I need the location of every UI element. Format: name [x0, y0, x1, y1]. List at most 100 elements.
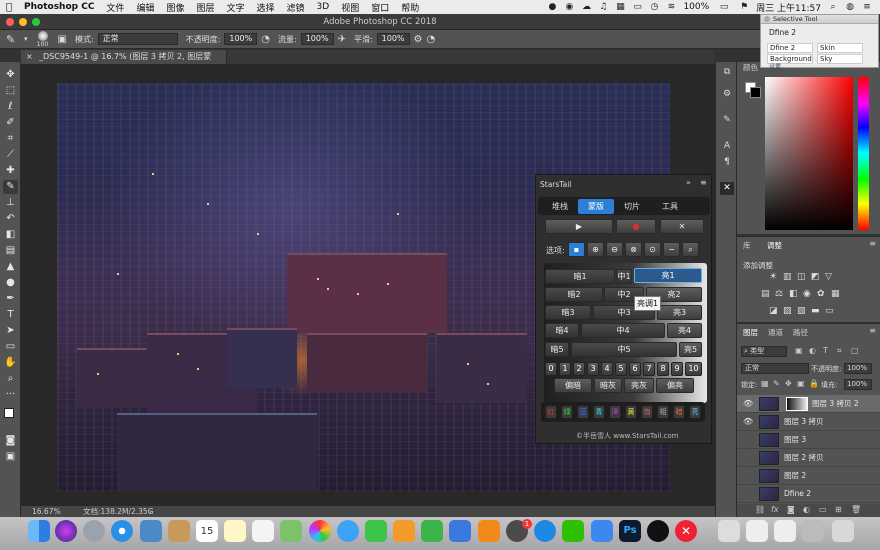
cloud-icon[interactable]: ☁ [581, 2, 591, 12]
lock-paint-icon[interactable]: ✎ [773, 379, 780, 388]
blue-channel-button[interactable]: 蓝 [577, 405, 589, 419]
tab-channels[interactable]: 通道 [768, 327, 783, 338]
curves-icon[interactable]: ◫ [797, 272, 806, 282]
hue-sat-icon[interactable]: ▤ [761, 289, 770, 299]
option-minus-icon[interactable]: − [663, 242, 680, 257]
blend-mode-select[interactable]: 正常 [741, 363, 809, 374]
headphones-icon[interactable]: ♫ [598, 2, 608, 12]
magenta-channel-button[interactable]: 洋 [609, 405, 621, 419]
light-gray-button[interactable]: 亮灰 [624, 378, 654, 393]
calendar-icon[interactable]: 15 [196, 520, 218, 542]
mode-select[interactable]: 正常 [97, 33, 178, 45]
brush-tool-icon[interactable]: ✎ [6, 33, 20, 46]
new-adjustment-icon[interactable]: ◐ [803, 505, 810, 514]
launchpad-icon[interactable] [83, 520, 105, 542]
zoom-level[interactable]: 16.67% [32, 506, 61, 517]
menu-select[interactable]: 选择 [251, 1, 281, 14]
adjustments-menu-icon[interactable]: ≡ [869, 239, 876, 248]
blur-tool-icon[interactable]: ▲ [3, 260, 18, 274]
document-stack-icon[interactable] [746, 520, 768, 542]
invert-icon[interactable]: ◪ [769, 306, 778, 316]
vibrance-icon[interactable]: ▽ [825, 272, 832, 282]
messages-icon[interactable] [337, 520, 359, 542]
menu-3d[interactable]: 3D [311, 2, 336, 12]
close-tab-icon[interactable]: × [26, 50, 33, 64]
document-tab[interactable]: × _DSC9549-1 @ 16.7% (图层 3 拷贝 2, 图层蒙版/16… [21, 50, 227, 75]
dark-4-button[interactable]: 暗4 [545, 323, 579, 338]
quick-select-tool-icon[interactable]: ✐ [3, 116, 18, 130]
layer-style-icon[interactable]: fx [771, 505, 779, 514]
menu-window[interactable]: 窗口 [365, 1, 395, 14]
timemachine-icon[interactable]: ◷ [649, 2, 659, 12]
phase-button[interactable]: 相 [657, 405, 669, 419]
green-channel-button[interactable]: 绿 [561, 405, 573, 419]
status-menu-icon[interactable]: › [149, 506, 152, 517]
dark-1-button[interactable]: 暗1 [545, 269, 615, 284]
pixel-filter-icon[interactable]: ▣ [795, 346, 803, 355]
option-exclude-icon[interactable]: ⊗ [625, 242, 642, 257]
zone-6-button[interactable]: 6 [629, 362, 641, 376]
mid-1-button[interactable]: 中1 [616, 269, 632, 284]
mid-4-button[interactable]: 中4 [581, 323, 665, 338]
selective-color-icon[interactable]: ▭ [825, 306, 834, 316]
apple-menu[interactable]:  [0, 2, 18, 13]
yellow-channel-button[interactable]: 黄 [625, 405, 637, 419]
pixelmator-icon[interactable] [591, 520, 613, 542]
layer-row[interactable]: 图层 3 [737, 431, 880, 449]
close-app-icon[interactable]: ✕ [675, 520, 697, 542]
layer-row[interactable]: 图层 2 [737, 467, 880, 485]
visibility-toggle[interactable] [741, 435, 751, 445]
tab-tools[interactable]: 工具 [650, 200, 690, 213]
qq-icon[interactable] [647, 520, 669, 542]
black-white-icon[interactable]: ◧ [789, 289, 798, 299]
zoom-tool-icon[interactable]: ⌕ [3, 372, 18, 386]
close-selective-tool-icon[interactable] [764, 16, 770, 22]
pressure-size-icon[interactable]: ◔ [427, 34, 436, 45]
darker-button[interactable]: 偏暗 [554, 378, 592, 393]
light-tone-button[interactable]: 亮 [689, 405, 701, 419]
visibility-toggle[interactable] [741, 489, 751, 499]
type-filter-icon[interactable]: T [823, 346, 828, 355]
properties-panel-icon[interactable]: ⚙ [720, 88, 734, 101]
option-add-icon[interactable]: ⊕ [587, 242, 604, 257]
brush-preset-picker[interactable]: 100 [32, 30, 54, 48]
new-layer-icon[interactable]: ⊞ [835, 505, 842, 514]
trash-icon[interactable] [832, 520, 854, 542]
option-intersect-icon[interactable]: ⊙ [644, 242, 661, 257]
opacity-field[interactable]: 100% [224, 33, 258, 45]
menu-help[interactable]: 帮助 [395, 1, 425, 14]
hue-slider[interactable] [858, 77, 869, 230]
clone-stamp-tool-icon[interactable]: ⊥ [3, 196, 18, 210]
document-size[interactable]: 文档:138.2M/2.35G [83, 506, 154, 517]
airplay-icon[interactable]: ▭ [632, 2, 642, 12]
downloads-icon[interactable] [718, 520, 740, 542]
visibility-toggle[interactable] [741, 471, 751, 481]
zone-5-button[interactable]: 5 [615, 362, 627, 376]
wifi-icon[interactable]: ≋ [666, 2, 676, 12]
contacts-icon[interactable] [168, 520, 190, 542]
settings-link[interactable]: 设置 [769, 62, 781, 71]
lock-artboard-icon[interactable]: ▣ [797, 379, 805, 388]
add-mask-icon[interactable]: ◙ [787, 505, 795, 514]
smart-filter-icon[interactable]: ▢ [851, 346, 859, 355]
delete-layer-icon[interactable]: 🗑 [851, 505, 861, 514]
dodge-tool-icon[interactable]: ● [3, 276, 18, 290]
pressure-opacity-icon[interactable]: ◔ [261, 34, 270, 45]
fill-field[interactable]: 100% [844, 379, 872, 390]
light-4-button[interactable]: 亮4 [667, 323, 702, 338]
color-picker-field[interactable] [765, 77, 853, 230]
siri-icon[interactable] [55, 520, 77, 542]
numbers-icon[interactable] [421, 520, 443, 542]
layer-row[interactable]: 图层 2 拷贝 [737, 449, 880, 467]
menu-view[interactable]: 视图 [335, 1, 365, 14]
character-panel-icon[interactable]: A [720, 140, 734, 153]
more-tools-icon[interactable]: ··· [3, 388, 18, 402]
eraser-tool-icon[interactable]: ◧ [3, 228, 18, 242]
starstail-title[interactable]: StarsTail [540, 180, 571, 189]
quick-mask-icon[interactable]: ◙ [3, 434, 18, 448]
new-group-icon[interactable]: ▭ [819, 505, 827, 514]
screenshot-icon[interactable] [774, 520, 796, 542]
siri-icon[interactable]: ◍ [845, 2, 855, 12]
light-3-button[interactable]: 亮3 [657, 305, 702, 320]
safari-icon[interactable] [111, 520, 133, 542]
